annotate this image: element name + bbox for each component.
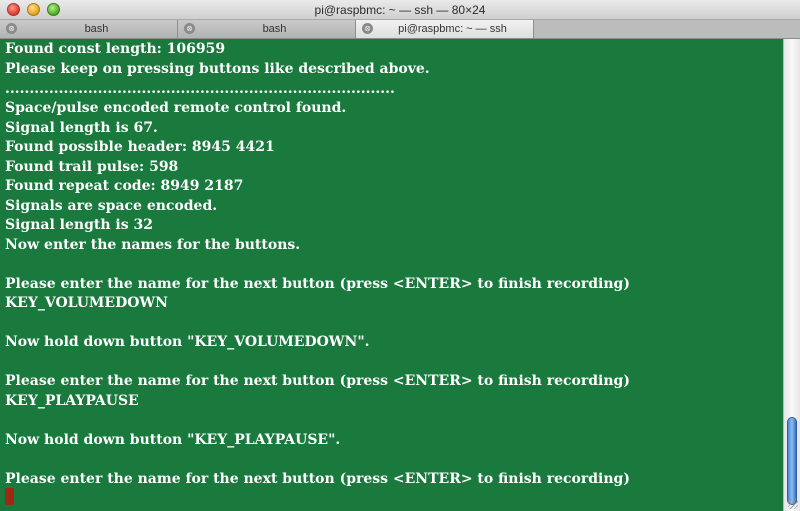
terminal-line: Please keep on pressing buttons like des… [5, 61, 430, 77]
terminal-window: pi@raspbmc: ~ — ssh — 80×24 ⊗ bash ⊗ bas… [0, 0, 800, 511]
tab-close-icon[interactable]: ⊗ [184, 23, 195, 34]
terminal-line: Signal length is 32 [5, 217, 153, 233]
terminal-line: ........................................… [5, 81, 395, 97]
tab-label: bash [262, 23, 287, 35]
window-title: pi@raspbmc: ~ — ssh — 80×24 [314, 3, 486, 17]
tab-close-icon[interactable]: ⊗ [6, 23, 17, 34]
resize-grip-icon[interactable] [788, 499, 798, 509]
terminal-line: Now hold down button "KEY_PLAYPAUSE". [5, 432, 341, 448]
terminal-line: Found repeat code: 8949 2187 [5, 178, 244, 194]
tab-bar: ⊗ bash ⊗ bash ⊗ pi@raspbmc: ~ — ssh [0, 20, 800, 39]
tab-bash-1[interactable]: ⊗ bash [0, 20, 178, 38]
text-cursor [5, 488, 14, 505]
scrollbar-thumb[interactable] [787, 417, 797, 505]
vertical-scrollbar[interactable] [783, 39, 800, 511]
terminal-line: Signal length is 67. [5, 120, 158, 136]
terminal-line: Found possible header: 8945 4421 [5, 139, 275, 155]
tab-bar-empty-space [534, 20, 800, 38]
terminal-line: Found const length: 106959 [5, 41, 226, 57]
terminal-line: Space/pulse encoded remote control found… [5, 100, 347, 116]
terminal-line: Please enter the name for the next butto… [5, 471, 630, 487]
tab-ssh[interactable]: ⊗ pi@raspbmc: ~ — ssh [356, 20, 534, 38]
terminal-line: KEY_VOLUMEDOWN [5, 295, 168, 311]
terminal-output[interactable]: Found const length: 106959 Please keep o… [0, 39, 783, 511]
terminal-line: Now hold down button "KEY_VOLUMEDOWN". [5, 334, 370, 350]
terminal-line: Found trail pulse: 598 [5, 159, 179, 175]
terminal-line: Please enter the name for the next butto… [5, 276, 630, 292]
tab-label: bash [84, 23, 109, 35]
title-bar[interactable]: pi@raspbmc: ~ — ssh — 80×24 [0, 0, 800, 20]
tab-label: pi@raspbmc: ~ — ssh [398, 23, 507, 35]
terminal-line: KEY_PLAYPAUSE [5, 393, 139, 409]
terminal-line: Please enter the name for the next butto… [5, 373, 630, 389]
terminal-line: Signals are space encoded. [5, 198, 218, 214]
tab-close-icon[interactable]: ⊗ [362, 23, 373, 34]
terminal-line: Now enter the names for the buttons. [5, 237, 301, 253]
tab-bash-2[interactable]: ⊗ bash [178, 20, 356, 38]
